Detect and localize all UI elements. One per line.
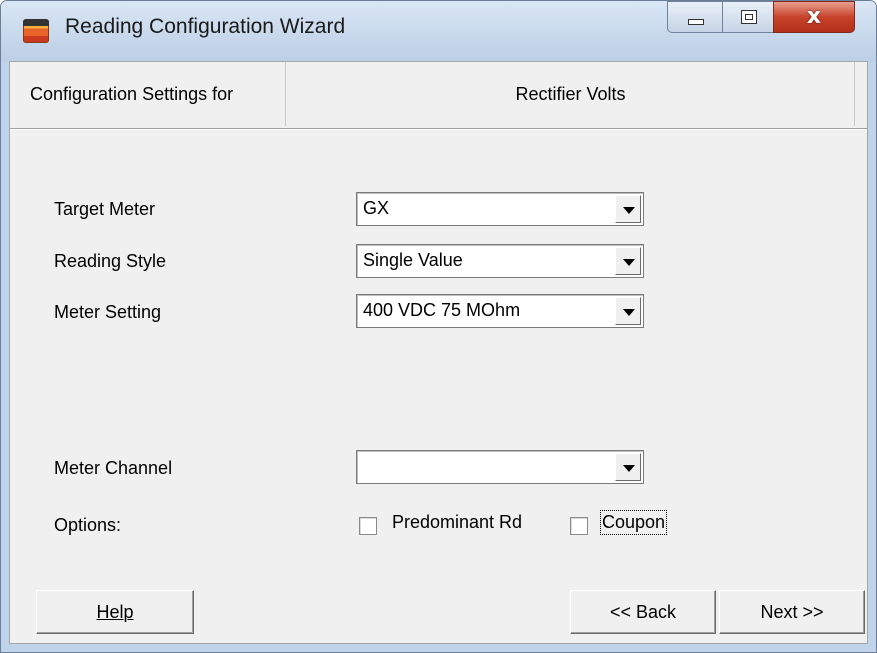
wizard-body: Configuration Settings for Rectifier Vol… [9,61,868,644]
reading-style-value: Single Value [363,250,463,270]
wizard-window: Reading Configuration Wizard x Configura… [0,0,877,653]
maximize-icon [741,10,757,24]
config-header: Configuration Settings for Rectifier Vol… [10,62,867,132]
coupon-checkbox[interactable] [570,517,588,535]
meter-setting-select[interactable]: 400 VDC 75 MOhm [356,294,644,328]
config-target-name: Rectifier Volts [287,62,855,126]
next-button-label: Next >> [760,602,824,622]
target-meter-label: Target Meter [54,199,156,219]
meter-channel-label: Meter Channel [54,458,173,478]
header-divider [10,128,867,129]
maximize-button[interactable] [722,1,774,33]
reading-style-select[interactable]: Single Value [356,244,644,278]
title-bar[interactable]: Reading Configuration Wizard x [1,1,876,61]
minimize-button[interactable] [667,1,723,33]
chevron-down-icon[interactable] [615,453,641,481]
config-settings-label: Configuration Settings for [10,62,286,126]
back-button-label: << Back [609,602,677,622]
chevron-down-icon[interactable] [615,297,641,325]
target-meter-select[interactable]: GX [356,192,644,226]
coupon-checkbox-label[interactable]: Coupon [599,510,668,535]
predominant-checkbox-label[interactable]: Predominant Rd [392,512,522,533]
close-button[interactable]: x [773,1,855,33]
meter-channel-select[interactable] [356,450,644,484]
meter-setting-value: 400 VDC 75 MOhm [363,300,521,320]
help-button[interactable]: Help [36,590,194,634]
meter-setting-label: Meter Setting [54,302,162,322]
options-label: Options: [54,515,122,535]
help-button-label: Help [96,602,134,622]
close-icon: x [806,4,822,29]
next-button[interactable]: Next >> [719,590,865,634]
chevron-down-icon[interactable] [615,247,641,275]
reading-style-label: Reading Style [54,251,167,271]
target-meter-value: GX [363,198,390,218]
window-title: Reading Configuration Wizard [65,15,346,38]
minimize-icon [688,19,704,25]
predominant-checkbox[interactable] [359,517,377,535]
app-logo-icon[interactable] [23,19,49,43]
back-button[interactable]: << Back [570,590,716,634]
chevron-down-icon[interactable] [615,195,641,223]
